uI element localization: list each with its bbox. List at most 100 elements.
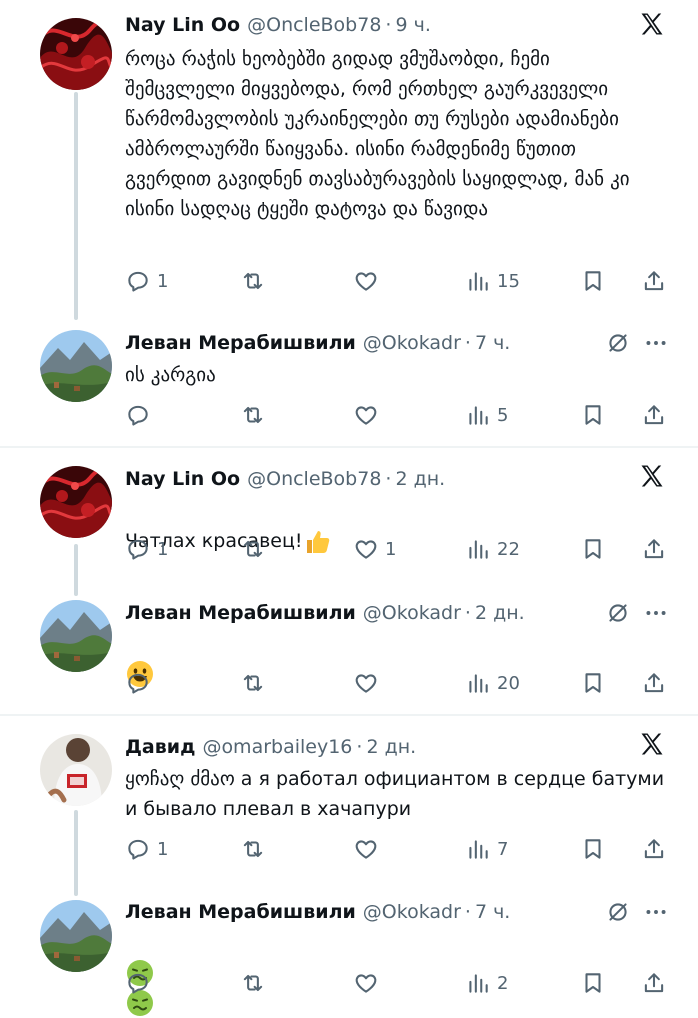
views-button[interactable]: 2 <box>465 968 508 998</box>
views-button[interactable]: 20 <box>465 668 520 698</box>
grok-icon[interactable] <box>605 899 631 925</box>
more-icon[interactable] <box>643 600 669 626</box>
avatar[interactable] <box>40 900 112 972</box>
retweet-button[interactable] <box>240 668 266 698</box>
avatar[interactable] <box>40 330 112 402</box>
share-button[interactable] <box>641 400 667 430</box>
share-button[interactable] <box>641 668 667 698</box>
like-button[interactable]: 1 <box>353 534 396 564</box>
avatar[interactable] <box>40 466 112 538</box>
reply-button[interactable] <box>125 968 151 998</box>
bookmark-button[interactable] <box>580 968 606 998</box>
share-icon <box>641 402 667 428</box>
views-button[interactable]: 22 <box>465 534 520 564</box>
author-name[interactable]: Nay Lin Oo <box>125 14 240 36</box>
retweet-button[interactable] <box>240 534 266 564</box>
bookmark-button[interactable] <box>580 668 606 698</box>
person-avatar-image <box>40 734 112 806</box>
reply-button[interactable]: 1 <box>125 834 168 864</box>
like-button[interactable] <box>353 834 379 864</box>
avatar[interactable] <box>40 734 112 806</box>
like-button[interactable] <box>353 968 379 998</box>
author-name[interactable]: Леван Мерабишвили <box>125 901 356 923</box>
views-count: 2 <box>497 972 509 994</box>
like-button[interactable] <box>353 668 379 698</box>
timestamp[interactable]: 2 дн. <box>475 602 525 624</box>
views-count: 7 <box>497 838 509 860</box>
views-button[interactable]: 15 <box>465 266 520 296</box>
retweet-button[interactable] <box>240 834 266 864</box>
reply-count: 1 <box>157 838 169 860</box>
author-name[interactable]: Nay Lin Oo <box>125 468 240 490</box>
timestamp[interactable]: 2 дн. <box>395 468 445 490</box>
views-count: 20 <box>497 672 520 694</box>
grok-icon[interactable] <box>605 600 631 626</box>
reply-button[interactable] <box>125 400 151 430</box>
mountain-avatar-image <box>40 600 112 672</box>
retweet-icon <box>240 268 266 294</box>
timestamp[interactable]: 2 дн. <box>366 736 416 758</box>
bookmark-icon <box>580 970 606 996</box>
tweet-actions: 1 1 22 <box>125 534 675 564</box>
share-icon <box>641 970 667 996</box>
author-handle[interactable]: @OncleBob78 <box>247 14 381 36</box>
share-button[interactable] <box>641 534 667 564</box>
views-count: 5 <box>497 404 509 426</box>
bookmark-button[interactable] <box>580 534 606 564</box>
reply-icon <box>125 536 151 562</box>
share-icon <box>641 536 667 562</box>
more-icon[interactable] <box>643 330 669 356</box>
retweet-button[interactable] <box>240 266 266 296</box>
timestamp[interactable]: 9 ч. <box>395 14 430 36</box>
reply-button[interactable]: 1 <box>125 534 168 564</box>
views-icon <box>465 970 491 996</box>
retweet-icon <box>240 970 266 996</box>
reply-button[interactable]: 1 <box>125 266 168 296</box>
bookmark-button[interactable] <box>580 400 606 430</box>
like-count: 1 <box>385 538 397 560</box>
tweet-actions: 5 <box>125 400 675 430</box>
views-count: 15 <box>497 270 520 292</box>
author-name[interactable]: Леван Мерабишвили <box>125 332 356 354</box>
author-name[interactable]: Леван Мерабишвили <box>125 602 356 624</box>
reply-icon <box>125 836 151 862</box>
reply-button[interactable] <box>125 668 151 698</box>
mountain-avatar-image <box>40 330 112 402</box>
author-handle[interactable]: @OncleBob78 <box>247 468 381 490</box>
thread-line <box>74 810 78 896</box>
bookmark-icon <box>580 836 606 862</box>
retweet-button[interactable] <box>240 400 266 430</box>
views-count: 22 <box>497 538 520 560</box>
avatar[interactable] <box>40 18 112 90</box>
retweet-icon <box>240 402 266 428</box>
share-button[interactable] <box>641 968 667 998</box>
separator-dot: · <box>464 901 471 923</box>
author-handle[interactable]: @omarbailey16 <box>202 736 352 758</box>
x-logo-icon[interactable] <box>638 462 670 494</box>
reply-thread: Nay Lin Oo @OncleBob78 · 9 ч. როცა რაჭის… <box>0 0 698 1016</box>
views-icon <box>465 670 491 696</box>
grok-icon[interactable] <box>605 330 631 356</box>
retweet-button[interactable] <box>240 968 266 998</box>
views-icon <box>465 268 491 294</box>
x-logo-icon[interactable] <box>638 10 670 42</box>
author-handle[interactable]: @Okokadr <box>363 332 461 354</box>
author-handle[interactable]: @Okokadr <box>363 901 461 923</box>
bookmark-button[interactable] <box>580 834 606 864</box>
more-icon[interactable] <box>643 899 669 925</box>
share-icon <box>641 836 667 862</box>
timestamp[interactable]: 7 ч. <box>475 332 510 354</box>
views-button[interactable]: 7 <box>465 834 508 864</box>
share-button[interactable] <box>641 266 667 296</box>
timestamp[interactable]: 7 ч. <box>475 901 510 923</box>
author-name[interactable]: Давид <box>125 736 195 758</box>
views-button[interactable]: 5 <box>465 400 508 430</box>
x-logo-icon[interactable] <box>638 730 670 762</box>
avatar[interactable] <box>40 600 112 672</box>
share-button[interactable] <box>641 834 667 864</box>
bookmark-button[interactable] <box>580 266 606 296</box>
like-button[interactable] <box>353 266 379 296</box>
author-handle[interactable]: @Okokadr <box>363 602 461 624</box>
retweet-icon <box>240 536 266 562</box>
like-button[interactable] <box>353 400 379 430</box>
